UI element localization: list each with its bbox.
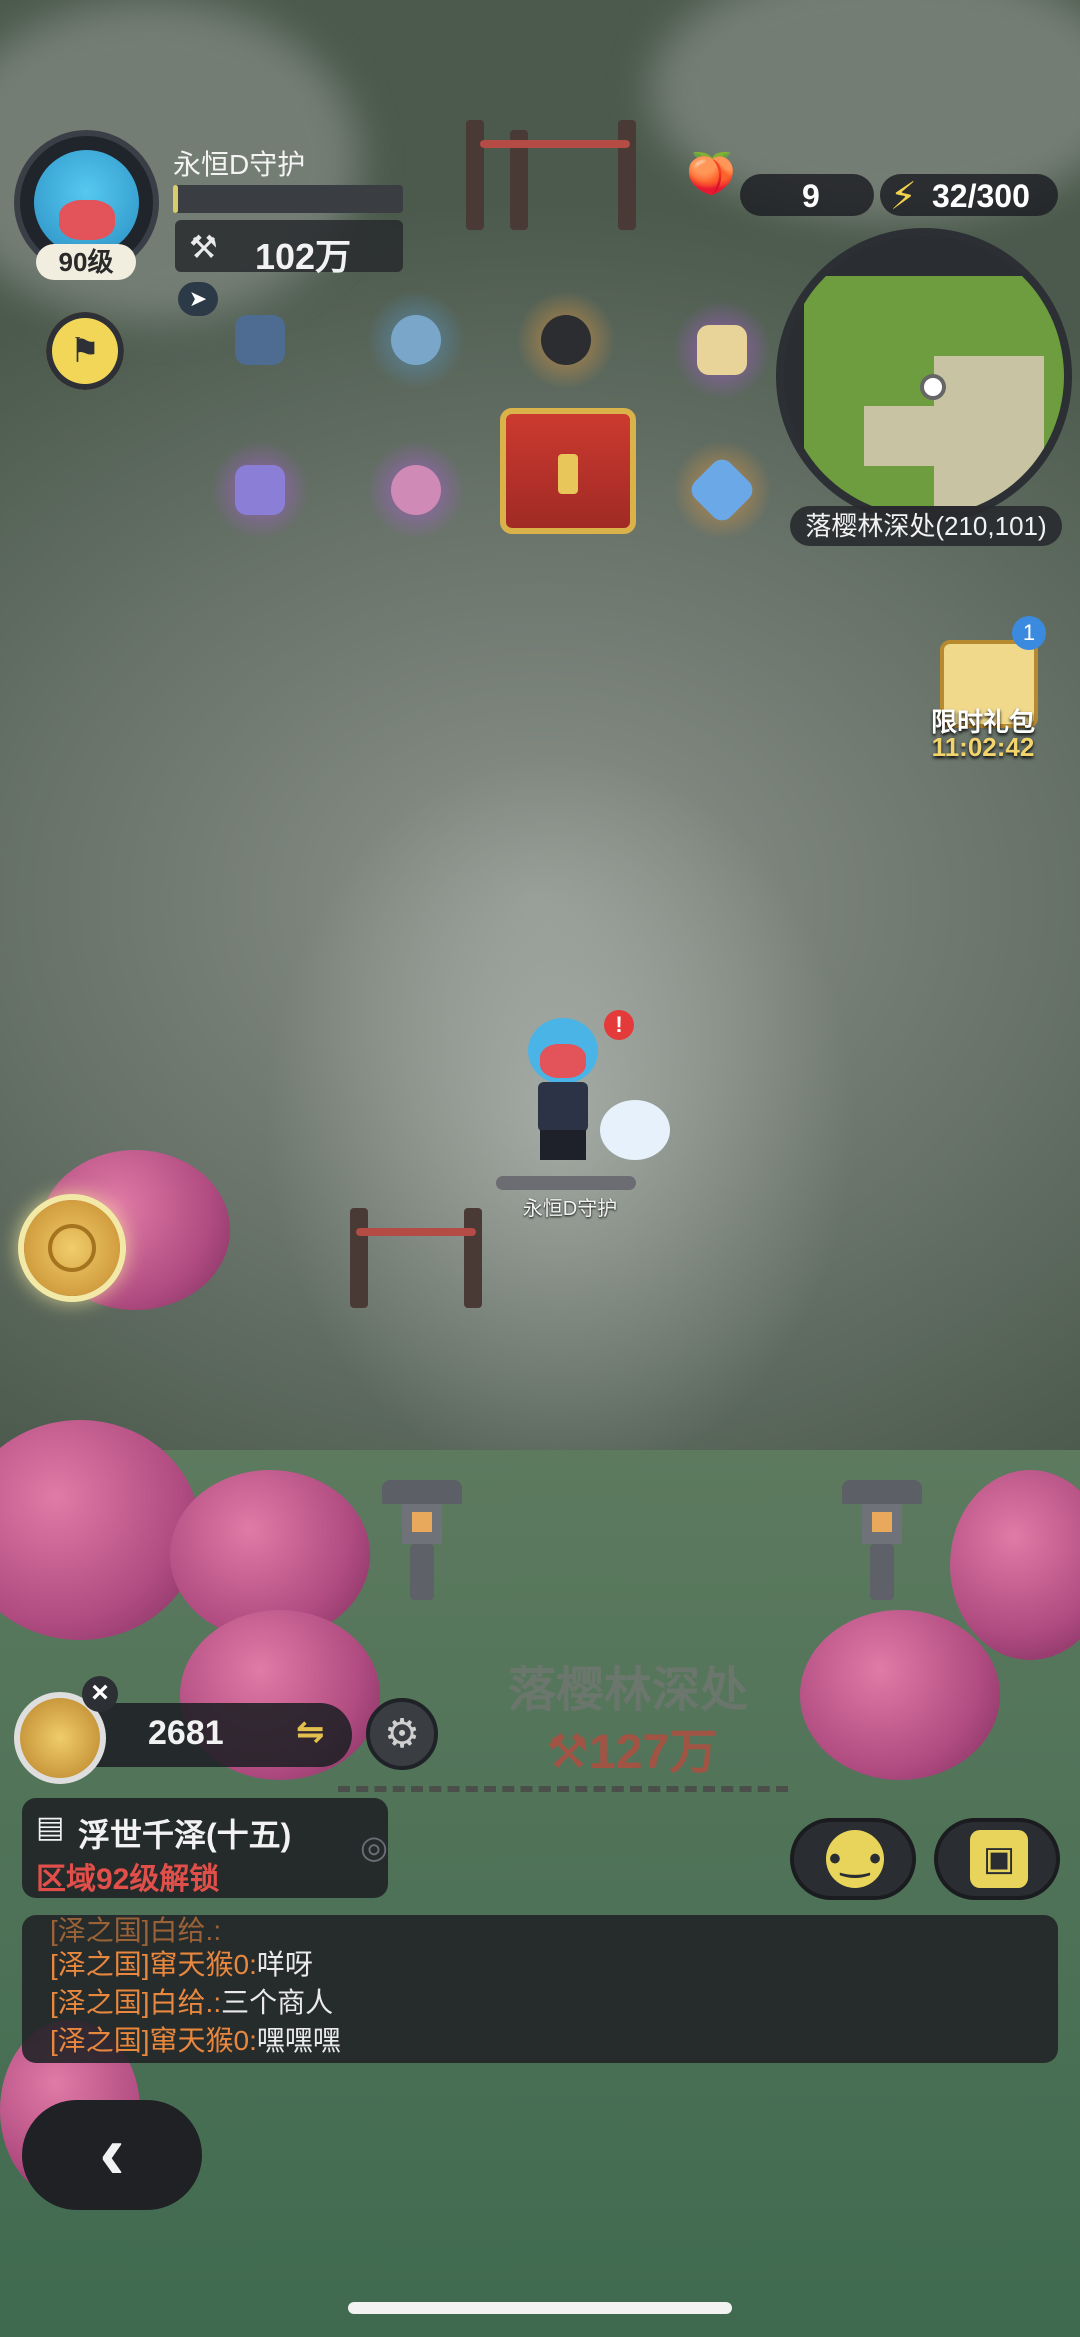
back-button[interactable]: ‹ xyxy=(22,2100,202,2210)
loot-ore-bag[interactable] xyxy=(210,290,310,390)
quest-scroll-icon: ▤ xyxy=(36,1811,65,1844)
gift-count-badge: 1 xyxy=(1012,616,1046,650)
target-icon[interactable]: ◎ xyxy=(360,1828,388,1866)
location-pin-icon xyxy=(920,374,946,400)
minimap[interactable] xyxy=(776,228,1072,524)
gear-icon: ⚙ xyxy=(384,1712,420,1756)
stone-lantern xyxy=(382,1480,462,1600)
chat-line: [泽之国]白给.:三个商人 xyxy=(50,1987,334,2018)
pet-companion[interactable] xyxy=(600,1100,670,1160)
energy-value: 32/300 xyxy=(932,178,1030,214)
emoji-face-icon: •‿• xyxy=(826,1830,884,1888)
crossed-tools-icon: ⚒ xyxy=(189,229,218,265)
loot-blue-crystal[interactable] xyxy=(672,440,772,540)
flag-menu-button[interactable]: ⚑ xyxy=(46,312,124,390)
loot-gold-cards[interactable] xyxy=(672,300,772,400)
character-hp-bar xyxy=(496,1176,636,1190)
xp-fill xyxy=(173,185,178,213)
alert-icon: ! xyxy=(604,1010,634,1040)
inventory-button[interactable]: ▣ xyxy=(934,1818,1060,1900)
lightning-icon: ⚡ xyxy=(890,176,917,218)
chat-panel[interactable]: [泽之国]白给.: [泽之国]窜天猴0:咩呀 [泽之国]白给.:三个商人 [泽之… xyxy=(22,1915,1058,2063)
minimap-location-label: 落樱林深处(210,101) xyxy=(790,506,1062,546)
loot-blue-pouch[interactable] xyxy=(366,290,466,390)
player-name: 永恒D守护 xyxy=(173,149,306,180)
player-power: ⚒ 102万 xyxy=(175,220,403,277)
coin-value: 2681 xyxy=(148,1714,224,1752)
swap-icon[interactable]: ⇋ xyxy=(296,1712,325,1752)
peach-counter[interactable]: 9 xyxy=(740,174,874,216)
avatar xyxy=(34,150,139,255)
gift-timer: 11:02:42 xyxy=(931,732,1035,762)
energy-counter[interactable]: ⚡ 32/300 xyxy=(880,174,1058,218)
settings-button[interactable]: ⚙ xyxy=(366,1698,438,1770)
quest-tracker[interactable]: ▤ 浮世千泽(十五) 区域92级解锁 ◎ xyxy=(22,1798,388,1898)
emote-button[interactable]: •‿• xyxy=(790,1818,916,1900)
chevron-left-icon: ‹ xyxy=(99,2110,125,2195)
stone-lantern xyxy=(842,1480,922,1600)
home-indicator[interactable] xyxy=(348,2302,732,2314)
peach-bag-icon: 🍑 xyxy=(686,152,736,196)
player-character[interactable] xyxy=(528,1018,598,1160)
power-value: 102万 xyxy=(255,236,352,277)
buff-arrow-icon[interactable]: ➤ xyxy=(178,282,218,316)
character-name-label: 永恒D守护 xyxy=(522,1198,618,1220)
chat-line: [泽之国]窜天猴0:咩呀 xyxy=(50,1949,313,1980)
zone-required-power: ⚒127万 xyxy=(546,1726,718,1779)
zone-boundary-line xyxy=(338,1786,788,1792)
crossed-tools-icon: ⚒ xyxy=(546,1726,590,1779)
close-icon[interactable]: × xyxy=(82,1676,118,1712)
loot-pink-pouch[interactable] xyxy=(366,440,466,540)
treasure-chest[interactable] xyxy=(500,408,636,534)
peach-value: 9 xyxy=(802,178,820,214)
zone-name-label: 落樱林深处 xyxy=(508,1664,749,1717)
cherry-tree xyxy=(800,1610,1000,1780)
quest-title: 浮世千泽(十五) xyxy=(78,1817,292,1853)
auto-battle-coin-button[interactable] xyxy=(24,1200,120,1296)
chat-line: [泽之国]窜天猴0:嘿嘿嘿 xyxy=(50,2025,341,2056)
flag-icon: ⚑ xyxy=(69,332,101,370)
loot-purple-card[interactable] xyxy=(210,440,310,540)
cube-icon: ▣ xyxy=(970,1830,1028,1888)
quest-unlock-hint: 区域92级解锁 xyxy=(36,1863,220,1896)
xp-bar xyxy=(173,185,403,213)
loot-compass-disc[interactable] xyxy=(516,290,616,390)
player-level-badge: 90级 xyxy=(36,244,136,280)
